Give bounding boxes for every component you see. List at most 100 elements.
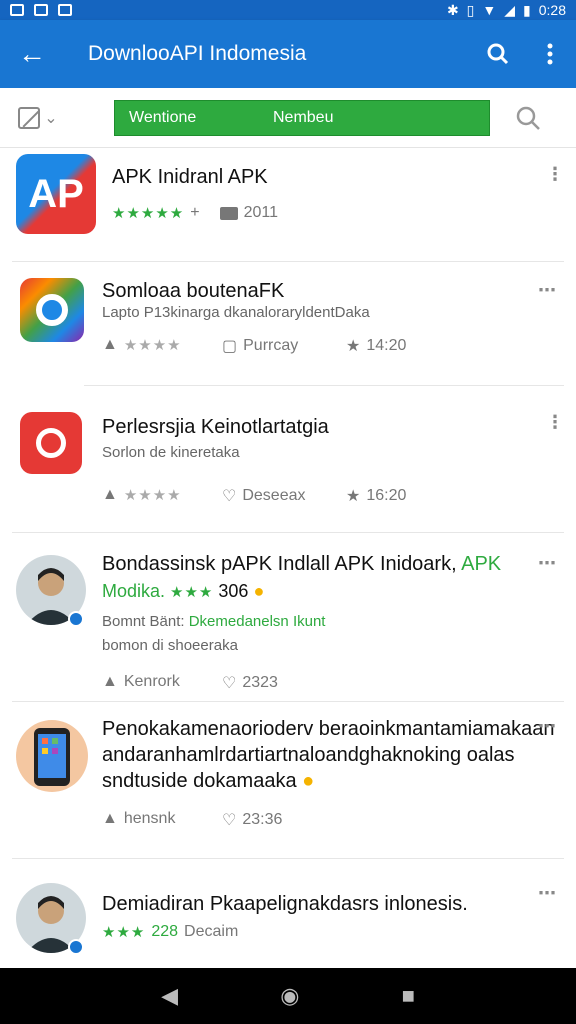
thumb-up-icon: ▲: [102, 810, 118, 827]
rating-stars: ★★★: [102, 924, 146, 941]
notification-icon: [58, 4, 72, 16]
search-button[interactable]: [472, 20, 524, 88]
system-nav-bar: ◀ ◉ ■: [0, 968, 576, 1024]
item-title: APK Inidranl APK: [112, 166, 268, 188]
page-title: DownlooAPI Indomesia: [88, 42, 307, 65]
item-meta-user: ▲ Kenrork: [102, 673, 180, 691]
app-bar: ← DownlooAPI Indomesia: [0, 20, 576, 88]
more-horiz-icon[interactable]: ⋯: [538, 883, 556, 904]
item-meta-like: ♡ 23:36: [222, 810, 282, 830]
item-likes: 2323: [242, 674, 278, 691]
item-title: Bondassinsk pAPK Indlall APK Inidoark, A…: [102, 553, 501, 576]
more-vert-icon: [547, 43, 553, 65]
item-description: bomon di shoeeraka: [102, 637, 238, 654]
item-meta-like: ♡ Deseeax: [222, 486, 306, 506]
more-horiz-icon[interactable]: ⋯: [538, 716, 556, 737]
camera-lens-icon: [36, 428, 66, 458]
list-item[interactable]: Perlesrsjia Keinotlartatgia Sorlon de ki…: [0, 386, 576, 532]
smile-emoji-icon: ●: [253, 581, 265, 601]
nav-home-icon[interactable]: ◉: [280, 983, 299, 1009]
item-user: hensnk: [123, 810, 176, 827]
notification-icon: [10, 4, 24, 16]
search-icon: [487, 43, 509, 65]
tab-nembeu[interactable]: Nembeu: [259, 109, 403, 127]
notification-icons: [10, 4, 72, 16]
rating-stars: ★★★★: [123, 487, 182, 504]
notification-icon: [34, 4, 48, 16]
tab-wentione[interactable]: Wentione: [115, 109, 259, 127]
rating-stars: ★★★: [170, 584, 214, 601]
item-time: 14:20: [366, 337, 407, 354]
more-horiz-icon[interactable]: ⋯: [538, 553, 556, 574]
more-vert-icon[interactable]: ⋮: [546, 164, 564, 185]
item-title-line2: andaranhamlrdartiartnaloandghaknoking oa…: [102, 744, 515, 766]
star-icon: ★: [346, 488, 361, 505]
item-subtitle: Lapto P13kinarga dkanaloraryldentDaka: [102, 304, 370, 321]
list-item[interactable]: Bondassinsk pAPK Indlall APK Inidoark, A…: [0, 533, 576, 701]
item-detail-value: Dkemedanelsn Ikunt: [188, 613, 326, 630]
arrow-back-icon: ←: [18, 38, 46, 69]
item-meta: ★★★ 228 Decaim: [102, 923, 238, 941]
item-meta-rating: ▲ ★★★★: [102, 486, 182, 504]
thumb-up-icon: ▲: [102, 486, 118, 503]
item-detail-label: Bomnt Bänt:: [102, 613, 189, 630]
item-subtitle: Sorlon de kineretaka: [102, 444, 240, 461]
overflow-menu-button[interactable]: [524, 20, 576, 88]
list-item[interactable]: AP APK Inidranl APK ★★★★★ + 2011 ⋮: [0, 148, 576, 262]
item-meta-time: ★ 16:20: [346, 486, 406, 506]
list-item[interactable]: Somloaa boutenaFK Lapto P13kinarga dkana…: [0, 262, 576, 386]
item-meta-rating: ▲ ★★★★: [102, 336, 182, 354]
vibrate-icon: ▯: [466, 1, 475, 18]
battery-icon: ▮: [523, 1, 531, 18]
status-time: 0:28: [538, 2, 566, 18]
item-title: Somloaa boutenaFK: [102, 280, 285, 302]
nav-back-icon[interactable]: ◀: [161, 983, 178, 1009]
chevron-down-icon: ⌄: [44, 109, 58, 127]
toolbar-search-button[interactable]: [514, 104, 542, 132]
filter-toolbar: ⌄ Wentione Nembeu: [0, 88, 576, 148]
item-title: Demiadiran Pkaapelignakdasrs inlonesis.: [102, 893, 468, 915]
app-icon: [20, 278, 84, 342]
item-title: Perlesrsjia Keinotlartatgia: [102, 416, 329, 438]
rating-stars: ★★★★: [123, 337, 182, 354]
star-icon: ★: [346, 338, 361, 355]
camera-lens-icon: [36, 294, 68, 326]
item-price: Purrcay: [243, 337, 299, 354]
edit-icon: [18, 106, 41, 129]
item-meta-user: ▲ hensnk: [102, 810, 175, 828]
item-meta-price: ▢ Purrcay: [222, 336, 298, 356]
bluetooth-icon: ✱: [446, 1, 459, 18]
more-horiz-icon[interactable]: ⋯: [538, 280, 556, 301]
nav-recents-icon[interactable]: ■: [402, 983, 415, 1009]
app-logo-icon: AP: [28, 171, 84, 216]
thumb-up-icon: ▲: [102, 673, 118, 690]
heart-icon: ♡: [222, 675, 237, 692]
verified-badge-icon: [68, 939, 84, 955]
signal-icon: ◢: [504, 1, 516, 18]
rating-count: 228: [151, 923, 179, 940]
thumb-up-icon: ▲: [102, 336, 118, 353]
app-icon: [20, 412, 82, 474]
item-rating-count: 306: [218, 581, 254, 601]
item-meta-time: ★ 14:20: [346, 336, 406, 356]
back-button[interactable]: ←: [0, 20, 64, 88]
list-item[interactable]: Demiadiran Pkaapelignakdasrs inlonesis. …: [0, 859, 576, 969]
item-likes: 23:36: [242, 811, 283, 828]
item-count: 2011: [243, 204, 278, 221]
rating-stars: ★★★★★: [112, 205, 185, 222]
item-title-text: sndtuside dokamaaka: [102, 770, 297, 792]
more-vert-icon[interactable]: ⋮: [546, 412, 564, 433]
item-title-text: Bondassinsk pAPK Indlall APK Inidoark,: [102, 553, 462, 575]
list-item[interactable]: Penokakamenaorioderv beraoinkmantamiamak…: [0, 702, 576, 858]
edit-button[interactable]: ⌄: [0, 106, 76, 129]
sweat-emoji-icon: ●: [302, 770, 315, 792]
item-detail: Bomnt Bänt: Dkemedanelsn Ikunt: [102, 613, 325, 630]
item-category: Modika.: [102, 581, 171, 601]
tag-icon: ▢: [222, 338, 238, 355]
heart-icon: ♡: [222, 812, 237, 829]
item-title-highlight: APK: [461, 553, 502, 575]
phone-avatar-icon: [34, 728, 70, 786]
comment-icon: [219, 206, 238, 220]
segmented-tabs: Wentione Nembeu: [114, 99, 490, 136]
search-icon: [516, 106, 540, 130]
